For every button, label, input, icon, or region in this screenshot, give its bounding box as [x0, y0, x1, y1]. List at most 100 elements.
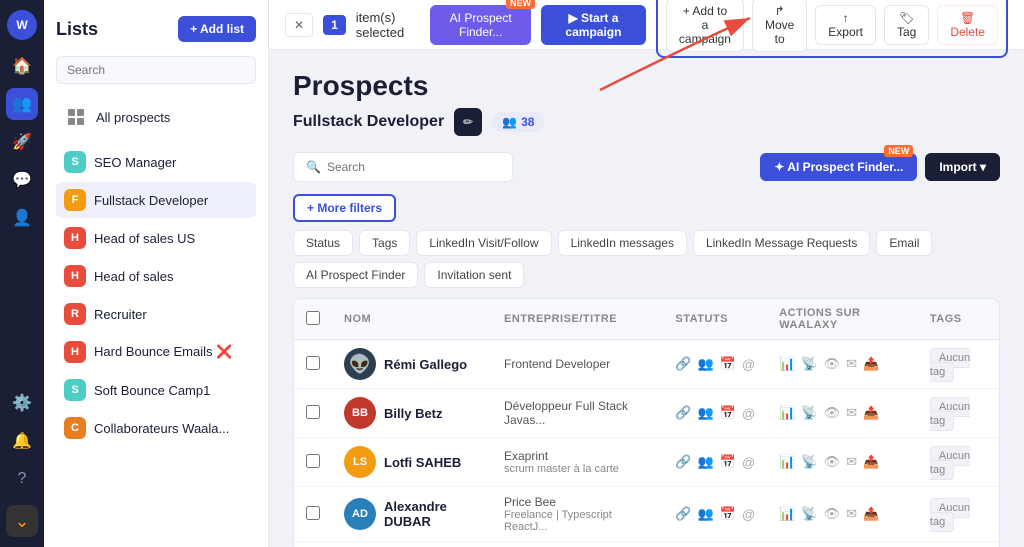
sidebar-search-input[interactable]	[56, 56, 256, 84]
tag-pill[interactable]: Aucun tag	[930, 498, 970, 532]
help-icon[interactable]: ?	[6, 463, 38, 495]
status-icons: 🔗 👥 📅 @	[675, 506, 755, 522]
content-area: Prospects Fullstack Developer ✏ 👥 38 🔍 ✦…	[269, 50, 1024, 547]
email-status-icon[interactable]: @	[742, 455, 755, 470]
team-status-icon[interactable]: 👥	[698, 405, 714, 421]
waalaxy-action-4[interactable]: ✉	[846, 405, 857, 421]
row-tags-cell: Aucun tag	[918, 487, 999, 542]
message-icon[interactable]: 💬	[6, 164, 38, 196]
link-status-icon[interactable]: 🔗	[675, 405, 691, 421]
waalaxy-action-1[interactable]: 📊	[779, 506, 795, 522]
waalaxy-action-1[interactable]: 📊	[779, 356, 795, 372]
list-item-label: Soft Bounce Camp1	[94, 383, 248, 398]
tag-pill[interactable]: Aucun tag	[930, 348, 970, 382]
calendar-status-icon[interactable]: 📅	[720, 356, 736, 372]
tag-pill[interactable]: Aucun tag	[930, 446, 970, 480]
waalaxy-action-5[interactable]: 📤	[863, 454, 879, 470]
row-actions-cell: 📊 📡 👁 ✉ 📤	[767, 389, 918, 438]
waalaxy-action-5[interactable]: 📤	[863, 405, 879, 421]
waalaxy-action-5[interactable]: 📤	[863, 506, 879, 522]
waalaxy-action-3[interactable]: 👁	[824, 454, 841, 470]
sidebar-list-item[interactable]: H Hard Bounce Emails ❌	[56, 334, 256, 370]
filter-tab-linkedin-visit/follow[interactable]: LinkedIn Visit/Follow	[416, 230, 551, 256]
calendar-status-icon[interactable]: 📅	[720, 506, 736, 522]
more-filters-button[interactable]: + More filters	[293, 194, 396, 222]
users-icon[interactable]: 👥	[6, 88, 38, 120]
row-checkbox[interactable]	[306, 356, 320, 370]
tag-button[interactable]: 🏷 Tag	[884, 5, 929, 45]
row-actions-cell: 📊 📡 👁 ✉ 📤	[767, 340, 918, 389]
filter-tab-status[interactable]: Status	[293, 230, 353, 256]
settings-icon[interactable]: ⚙️	[6, 387, 38, 419]
email-status-icon[interactable]: @	[742, 406, 755, 421]
sidebar-list-item[interactable]: R Recruiter	[56, 296, 256, 332]
waalaxy-action-2[interactable]: 📡	[801, 356, 817, 372]
filter-tab-email[interactable]: Email	[876, 230, 932, 256]
email-status-icon[interactable]: @	[742, 507, 755, 522]
email-status-icon[interactable]: @	[742, 357, 755, 372]
link-status-icon[interactable]: 🔗	[675, 506, 691, 522]
page-title: Prospects	[293, 70, 1000, 102]
rocket-icon[interactable]: 🚀	[6, 126, 38, 158]
waalaxy-action-4[interactable]: ✉	[846, 506, 857, 522]
waalaxy-action-2[interactable]: 📡	[801, 506, 817, 522]
team-status-icon[interactable]: 👥	[698, 454, 714, 470]
waalaxy-action-4[interactable]: ✉	[846, 454, 857, 470]
row-checkbox[interactable]	[306, 454, 320, 468]
expand-icon[interactable]: ⌄	[6, 505, 38, 537]
ai-prospect-finder-button[interactable]: ✦ AI Prospect Finder... NEW	[760, 153, 917, 181]
export-button[interactable]: ↑ Export	[815, 5, 876, 45]
bell-icon[interactable]: 🔔	[6, 425, 38, 457]
close-button[interactable]: ✕	[285, 13, 313, 37]
waalaxy-action-2[interactable]: 📡	[801, 454, 817, 470]
waalaxy-action-1[interactable]: 📊	[779, 454, 795, 470]
user-avatar[interactable]: W	[7, 10, 37, 40]
sidebar-list-item[interactable]: F Fullstack Developer	[56, 182, 256, 218]
prospect-name: Alexandre DUBAR	[384, 499, 480, 529]
filter-tab-ai-prospect-finder[interactable]: AI Prospect Finder	[293, 262, 418, 288]
ai-prospect-top-button[interactable]: AI Prospect Finder... NEW	[430, 5, 531, 45]
row-checkbox[interactable]	[306, 506, 320, 520]
sidebar-list-item[interactable]: S Soft Bounce Camp1	[56, 372, 256, 408]
delete-button[interactable]: 🗑 Delete	[937, 5, 998, 45]
sidebar-list-item[interactable]: C Collaborateurs Waala...	[56, 410, 256, 446]
sidebar-list-item[interactable]: S SEO Manager	[56, 144, 256, 180]
calendar-status-icon[interactable]: 📅	[720, 405, 736, 421]
add-list-button[interactable]: + Add list	[178, 16, 256, 42]
waalaxy-action-2[interactable]: 📡	[801, 405, 817, 421]
waalaxy-action-3[interactable]: 👁	[824, 405, 841, 421]
waalaxy-action-3[interactable]: 👁	[824, 506, 841, 522]
list-item-label: Fullstack Developer	[94, 193, 248, 208]
waalaxy-action-4[interactable]: ✉	[846, 356, 857, 372]
calendar-status-icon[interactable]: 📅	[720, 454, 736, 470]
filter-tab-invitation-sent[interactable]: Invitation sent	[424, 262, 524, 288]
search-input[interactable]	[327, 160, 500, 174]
add-to-campaign-button[interactable]: + Add to a campaign	[666, 0, 744, 52]
import-button[interactable]: Import ▾	[925, 153, 1000, 181]
team-status-icon[interactable]: 👥	[698, 506, 714, 522]
home-icon[interactable]: 🏠	[6, 50, 38, 82]
tag-pill[interactable]: Aucun tag	[930, 397, 970, 431]
row-checkbox[interactable]	[306, 405, 320, 419]
search-box[interactable]: 🔍	[293, 152, 513, 182]
waalaxy-action-1[interactable]: 📊	[779, 405, 795, 421]
waalaxy-action-5[interactable]: 📤	[863, 356, 879, 372]
people-icon[interactable]: 👤	[6, 202, 38, 234]
filter-tab-tags[interactable]: Tags	[359, 230, 410, 256]
move-to-button[interactable]: ↱ Move to	[752, 0, 807, 52]
all-prospects-item[interactable]: All prospects	[56, 98, 256, 136]
sidebar-list-item[interactable]: H Head of sales	[56, 258, 256, 294]
sidebar-list-item[interactable]: H Head of sales US	[56, 220, 256, 256]
link-status-icon[interactable]: 🔗	[675, 454, 691, 470]
select-all-checkbox[interactable]	[306, 311, 320, 325]
link-status-icon[interactable]: 🔗	[675, 356, 691, 372]
filter-tab-linkedin-messages[interactable]: LinkedIn messages	[558, 230, 687, 256]
waalaxy-action-3[interactable]: 👁	[824, 356, 841, 372]
start-campaign-button[interactable]: ▶ Start a campaign	[541, 5, 646, 45]
team-status-icon[interactable]: 👥	[698, 356, 714, 372]
list-name-row: Fullstack Developer ✏ 👥 38	[293, 108, 1000, 136]
edit-list-button[interactable]: ✏	[454, 108, 482, 136]
all-prospects-icon	[64, 105, 88, 129]
row-name-cell: BB Billy Betz	[332, 389, 492, 438]
filter-tab-linkedin-message-requests[interactable]: LinkedIn Message Requests	[693, 230, 870, 256]
